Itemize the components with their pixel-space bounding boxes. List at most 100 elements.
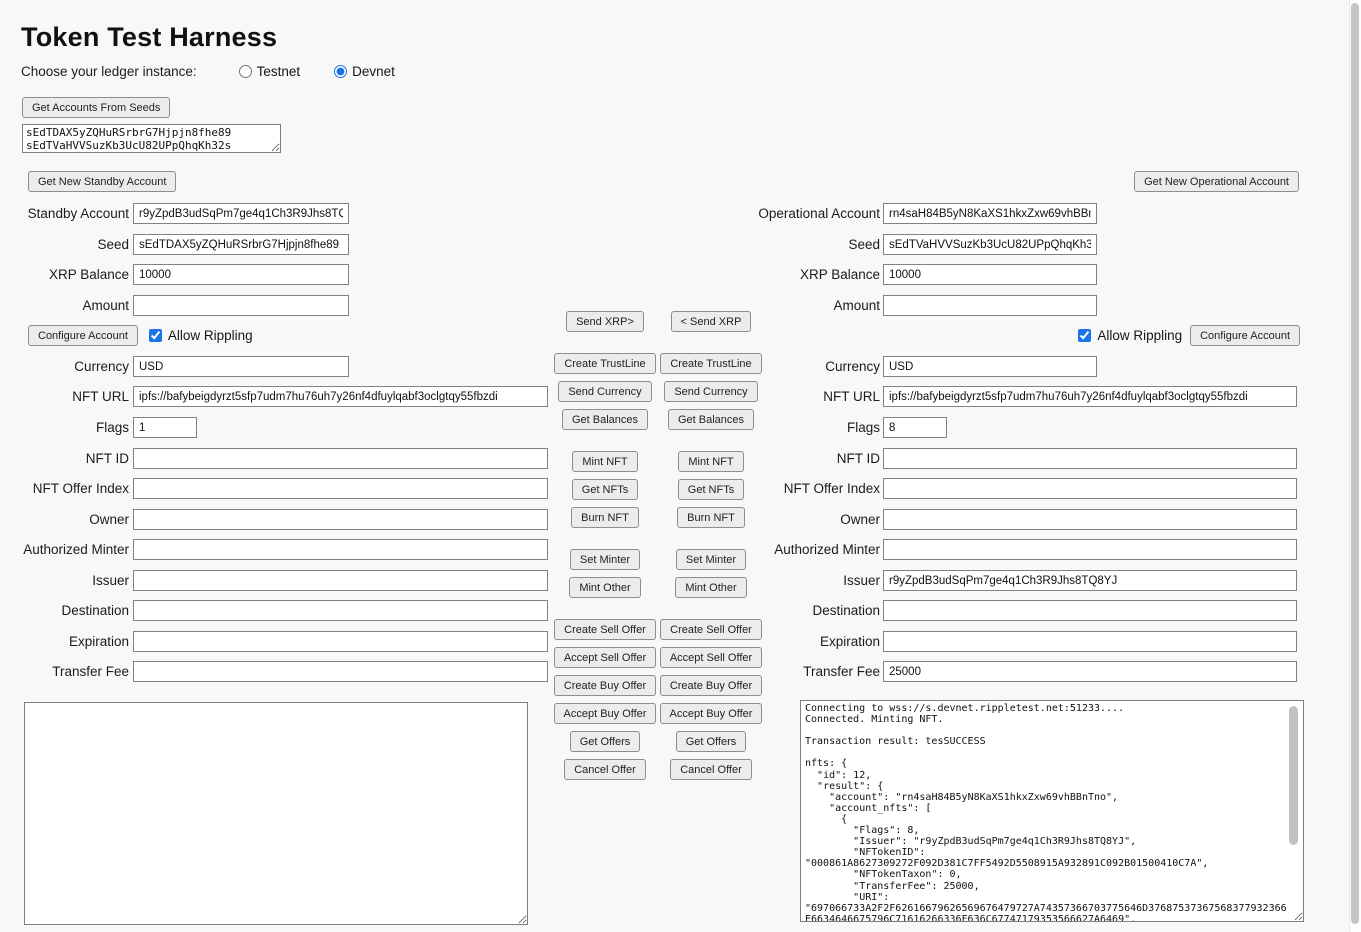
operational-nft-url-field[interactable]	[883, 386, 1297, 407]
standby-create-trustline-button[interactable]: Create TrustLine	[554, 353, 655, 374]
standby-amount-field[interactable]	[133, 295, 349, 316]
operational-amount-field[interactable]	[883, 295, 1097, 316]
standby-issuer-field[interactable]	[133, 570, 548, 591]
standby-authorized-minter-field[interactable]	[133, 539, 548, 560]
standby-transfer-fee-field[interactable]	[133, 661, 548, 682]
operational-allow-rippling-label: Allow Rippling	[1097, 328, 1182, 343]
standby-amount-label: Amount	[0, 295, 133, 316]
standby-send-xrp-button[interactable]: Send XRP>	[566, 311, 644, 332]
operational-nft-id-label: NFT ID	[758, 448, 883, 469]
standby-nft-id-field[interactable]	[133, 448, 548, 469]
standby-seed-field[interactable]	[133, 234, 349, 255]
window-scrollbar-thumb[interactable]	[1351, 3, 1359, 924]
operational-create-buy-offer-button[interactable]: Create Buy Offer	[660, 675, 762, 696]
operational-issuer-field[interactable]	[883, 570, 1297, 591]
standby-allow-rippling-label: Allow Rippling	[168, 328, 253, 343]
operational-accept-buy-offer-button[interactable]: Accept Buy Offer	[660, 703, 763, 724]
operational-configure-account-button[interactable]: Configure Account	[1190, 325, 1300, 346]
operational-destination-field[interactable]	[883, 600, 1297, 621]
operational-nft-offer-index-field[interactable]	[883, 478, 1297, 499]
operational-send-currency-button[interactable]: Send Currency	[664, 381, 757, 402]
operational-seed-label: Seed	[758, 234, 883, 255]
standby-cancel-offer-button[interactable]: Cancel Offer	[564, 759, 646, 780]
operational-owner-field[interactable]	[883, 509, 1297, 530]
standby-account-field[interactable]	[133, 203, 349, 224]
standby-owner-field[interactable]	[133, 509, 548, 530]
standby-currency-label: Currency	[0, 356, 133, 377]
operational-transfer-fee-field[interactable]	[883, 661, 1297, 682]
operational-nft-id-field[interactable]	[883, 448, 1297, 469]
standby-mint-nft-button[interactable]: Mint NFT	[572, 451, 637, 472]
operational-mint-nft-button[interactable]: Mint NFT	[678, 451, 743, 472]
operational-authorized-minter-label: Authorized Minter	[758, 539, 883, 560]
radio-option-devnet[interactable]: Devnet	[334, 64, 395, 79]
window-scrollbar-track[interactable]	[1349, 0, 1361, 932]
operational-get-offers-button[interactable]: Get Offers	[676, 731, 747, 752]
operational-flags-field[interactable]	[883, 417, 947, 438]
standby-accept-buy-offer-button[interactable]: Accept Buy Offer	[554, 703, 657, 724]
standby-mint-other-button[interactable]: Mint Other	[569, 577, 640, 598]
standby-allow-rippling-checkbox[interactable]	[149, 329, 162, 342]
standby-destination-label: Destination	[0, 600, 133, 621]
operational-get-balances-button[interactable]: Get Balances	[668, 409, 754, 430]
testnet-radio[interactable]	[239, 65, 252, 78]
standby-set-minter-button[interactable]: Set Minter	[570, 549, 640, 570]
operational-allow-rippling-option[interactable]: Allow Rippling	[1078, 328, 1182, 343]
operational-currency-field[interactable]	[883, 356, 1097, 377]
operational-destination-label: Destination	[758, 600, 883, 621]
standby-nft-url-field[interactable]	[133, 386, 548, 407]
standby-create-buy-offer-button[interactable]: Create Buy Offer	[554, 675, 656, 696]
standby-expiration-field[interactable]	[133, 631, 548, 652]
standby-burn-nft-button[interactable]: Burn NFT	[571, 507, 639, 528]
standby-allow-rippling-option[interactable]: Allow Rippling	[149, 328, 253, 343]
operational-results-panel: Connecting to wss://s.devnet.rippletest.…	[800, 700, 1304, 922]
devnet-radio[interactable]	[334, 65, 347, 78]
operational-create-trustline-button[interactable]: Create TrustLine	[660, 353, 761, 374]
testnet-radio-label: Testnet	[257, 64, 301, 79]
operational-actions-column: < Send XRP Create TrustLine Send Currenc…	[651, 311, 771, 780]
standby-nft-offer-index-field[interactable]	[133, 478, 548, 499]
operational-owner-label: Owner	[758, 509, 883, 530]
standby-accept-sell-offer-button[interactable]: Accept Sell Offer	[554, 647, 656, 668]
operational-create-sell-offer-button[interactable]: Create Sell Offer	[660, 619, 762, 640]
radio-option-testnet[interactable]: Testnet	[239, 64, 301, 79]
results-scrollbar-thumb[interactable]	[1289, 706, 1298, 845]
operational-get-nfts-button[interactable]: Get NFTs	[678, 479, 744, 500]
standby-currency-field[interactable]	[133, 356, 349, 377]
get-new-standby-account-button[interactable]: Get New Standby Account	[28, 171, 176, 192]
operational-accept-sell-offer-button[interactable]: Accept Sell Offer	[660, 647, 762, 668]
standby-xrp-balance-field[interactable]	[133, 264, 349, 285]
standby-issuer-label: Issuer	[0, 570, 133, 591]
operational-mint-other-button[interactable]: Mint Other	[675, 577, 746, 598]
operational-flags-label: Flags	[758, 417, 883, 438]
standby-get-nfts-button[interactable]: Get NFTs	[572, 479, 638, 500]
operational-results-textarea[interactable]: Connecting to wss://s.devnet.rippletest.…	[800, 700, 1304, 922]
standby-destination-field[interactable]	[133, 600, 548, 621]
operational-cancel-offer-button[interactable]: Cancel Offer	[670, 759, 752, 780]
operational-transfer-fee-label: Transfer Fee	[758, 661, 883, 682]
standby-create-sell-offer-button[interactable]: Create Sell Offer	[554, 619, 656, 640]
standby-nft-url-label: NFT URL	[0, 386, 133, 407]
standby-flags-field[interactable]	[133, 417, 197, 438]
operational-nft-offer-index-label: NFT Offer Index	[758, 478, 883, 499]
standby-xrp-balance-label: XRP Balance	[0, 264, 133, 285]
operational-allow-rippling-checkbox[interactable]	[1078, 329, 1091, 342]
operational-seed-field[interactable]	[883, 234, 1097, 255]
standby-configure-account-button[interactable]: Configure Account	[28, 325, 138, 346]
operational-account-field[interactable]	[883, 203, 1097, 224]
operational-expiration-field[interactable]	[883, 631, 1297, 652]
operational-burn-nft-button[interactable]: Burn NFT	[677, 507, 745, 528]
standby-nft-id-label: NFT ID	[0, 448, 133, 469]
standby-send-currency-button[interactable]: Send Currency	[558, 381, 651, 402]
operational-issuer-label: Issuer	[758, 570, 883, 591]
get-new-operational-account-button[interactable]: Get New Operational Account	[1134, 171, 1299, 192]
operational-xrp-balance-field[interactable]	[883, 264, 1097, 285]
get-accounts-from-seeds-button[interactable]: Get Accounts From Seeds	[22, 97, 170, 118]
standby-results-textarea[interactable]	[24, 702, 528, 925]
operational-set-minter-button[interactable]: Set Minter	[676, 549, 746, 570]
standby-get-offers-button[interactable]: Get Offers	[570, 731, 641, 752]
standby-get-balances-button[interactable]: Get Balances	[562, 409, 648, 430]
seeds-textarea[interactable]: sEdTDAX5yZQHuRSrbrG7Hjpjn8fhe89 sEdTVaHV…	[22, 124, 281, 153]
operational-send-xrp-button[interactable]: < Send XRP	[671, 311, 752, 332]
operational-authorized-minter-field[interactable]	[883, 539, 1297, 560]
